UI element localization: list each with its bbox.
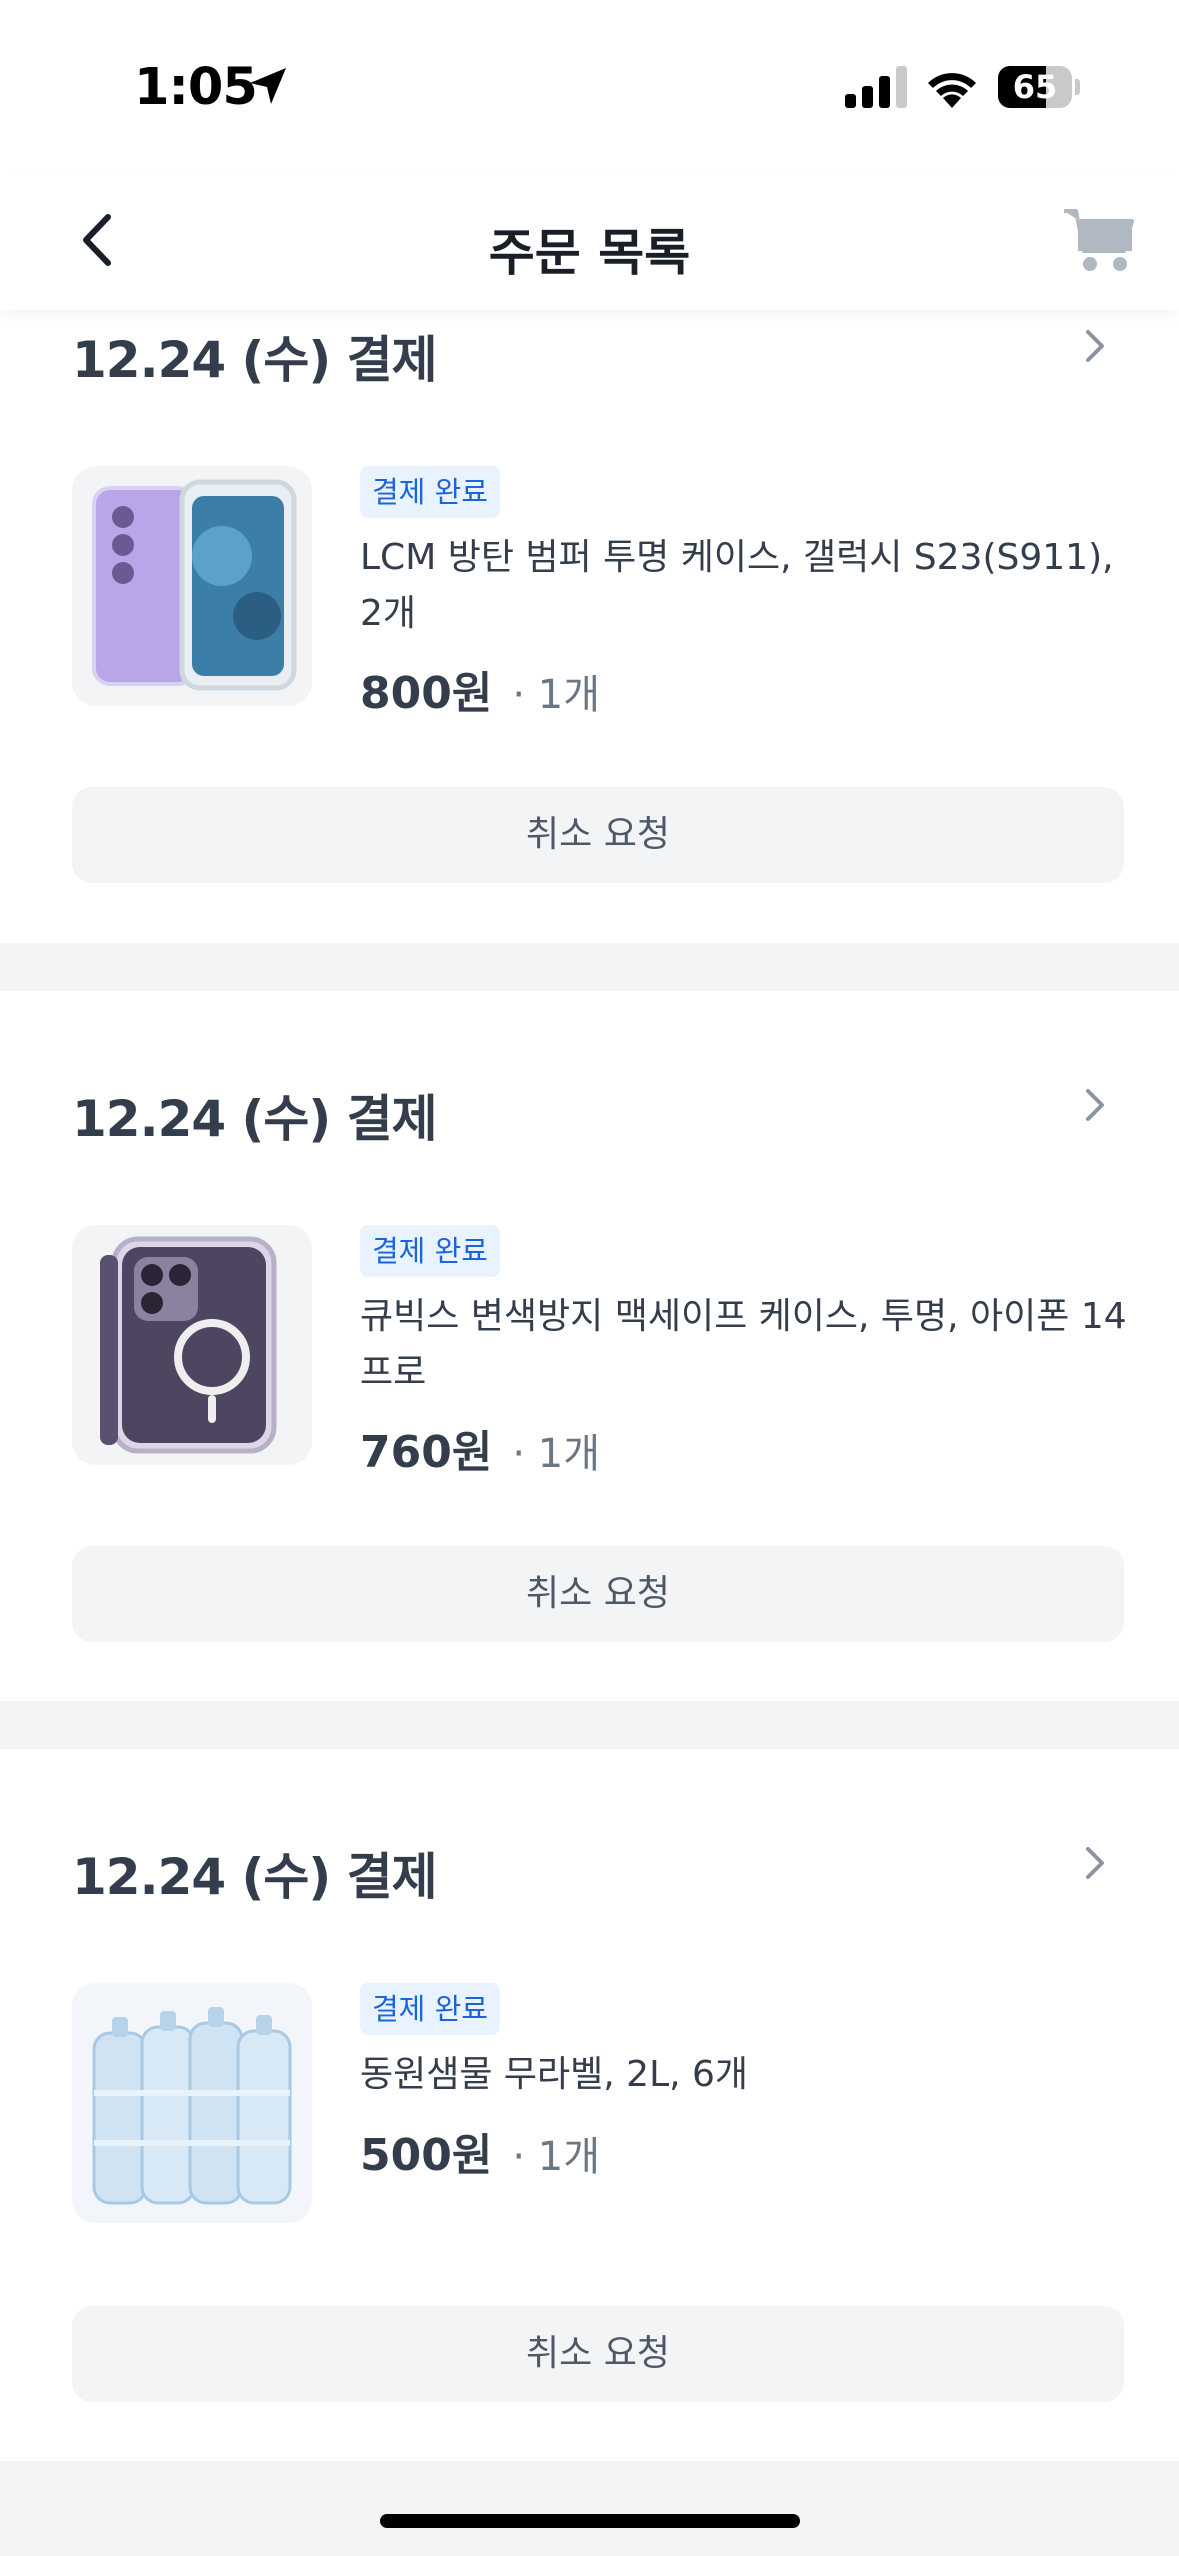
page-title: 주문 목록 xyxy=(488,224,691,282)
price-line: 800원 · 1개 xyxy=(360,657,600,721)
location-arrow-icon xyxy=(250,68,286,104)
cancel-request-button[interactable]: 취소 요청 xyxy=(72,1546,1124,1642)
cancel-request-button[interactable]: 취소 요청 xyxy=(72,2306,1124,2402)
price-line: 760원 · 1개 xyxy=(360,1416,600,1480)
section-divider xyxy=(0,2461,1179,2556)
order-card: 12.24 (수) 결제 결제 완료 동원샘물 무라벨, 2L, 6개 500원… xyxy=(0,1749,1179,2461)
status-badge: 결제 완료 xyxy=(360,466,500,518)
price: 760원 xyxy=(360,1427,493,1478)
battery-indicator: 65 xyxy=(998,66,1080,108)
cart-icon[interactable] xyxy=(1062,205,1134,275)
order-date: 12.24 (수) 결제 xyxy=(72,1848,438,1906)
navigation-bar: 주문 목록 xyxy=(0,175,1179,310)
cancel-request-button[interactable]: 취소 요청 xyxy=(72,787,1124,883)
phone-case-image xyxy=(92,479,297,691)
product-name[interactable]: 동원샘물 무라벨, 2L, 6개 xyxy=(360,2047,1130,2103)
product-name[interactable]: LCM 방탄 범퍼 투명 케이스, 갤럭시 S23(S911), 2개 xyxy=(360,530,1130,642)
quantity: · 1개 xyxy=(512,2134,601,2180)
product-image[interactable] xyxy=(72,1225,312,1465)
product-image[interactable] xyxy=(72,466,312,706)
order-card: 12.24 (수) 결제 결제 완료 LCM 방탄 범퍼 투명 케이스, 갤럭시… xyxy=(0,310,1179,943)
order-date: 12.24 (수) 결제 xyxy=(72,331,438,389)
price-line: 500원 · 1개 xyxy=(360,2119,600,2183)
order-card: 12.24 (수) 결제 결제 완료 큐빅스 변색방지 맥세이프 케이스, 투명… xyxy=(0,991,1179,1701)
chevron-right-icon[interactable] xyxy=(1080,1841,1110,1885)
battery-percent: 65 xyxy=(1012,68,1058,106)
chevron-right-icon[interactable] xyxy=(1080,1083,1110,1127)
status-badge: 결제 완료 xyxy=(360,1225,500,1277)
order-date: 12.24 (수) 결제 xyxy=(72,1090,438,1148)
wifi-icon xyxy=(928,73,976,108)
price: 800원 xyxy=(360,668,493,719)
product-name[interactable]: 큐빅스 변색방지 맥세이프 케이스, 투명, 아이폰 14 프로 xyxy=(360,1289,1130,1401)
price: 500원 xyxy=(360,2130,493,2181)
status-time: 1:05 xyxy=(134,58,258,117)
quantity: · 1개 xyxy=(512,672,601,718)
section-divider xyxy=(0,943,1179,991)
chevron-right-icon[interactable] xyxy=(1080,324,1110,368)
water-bottles-image xyxy=(72,1983,312,2223)
section-divider xyxy=(0,1701,1179,1749)
status-bar: 1:05 65 xyxy=(0,0,1179,175)
product-image[interactable] xyxy=(72,1983,312,2223)
magsafe-case-image xyxy=(100,1236,277,1454)
quantity: · 1개 xyxy=(512,1431,601,1477)
cellular-signal-icon xyxy=(845,66,907,108)
status-badge: 결제 완료 xyxy=(360,1983,500,2035)
home-indicator[interactable] xyxy=(380,2514,800,2528)
